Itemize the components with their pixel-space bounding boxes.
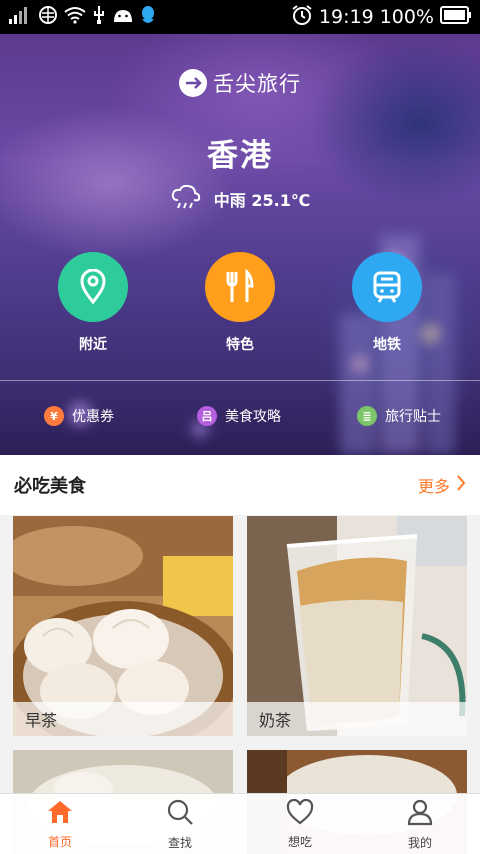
location-pin-icon	[58, 252, 128, 322]
hero-links: ¥ 优惠券 吕 美食攻略 ≣ 旅行贴士	[0, 406, 480, 430]
fork-knife-icon	[205, 252, 275, 322]
app-logo: 舌尖旅行	[0, 68, 480, 98]
weather-text: 中雨 25.1℃	[213, 191, 311, 210]
tab-home[interactable]: 首页	[0, 794, 120, 854]
qq-icon	[140, 5, 156, 29]
status-bar: 19:19 100%	[0, 0, 480, 34]
chevron-right-icon	[456, 474, 466, 496]
network-icon	[38, 5, 58, 29]
quick-action-label: 特色	[226, 337, 254, 353]
home-icon	[46, 799, 74, 829]
logo-text: 舌尖旅行	[213, 72, 301, 96]
food-card-milktea[interactable]: 奶茶	[247, 516, 467, 736]
food-card-label: 早茶	[13, 702, 233, 736]
guide-icon: 吕	[197, 406, 217, 426]
status-left	[8, 5, 156, 29]
food-card-label: 奶茶	[247, 702, 467, 736]
section-title: 必吃美食	[14, 476, 86, 497]
quick-action-metro[interactable]: 地铁	[337, 252, 437, 354]
quick-action-label: 地铁	[373, 337, 401, 353]
more-link[interactable]: 更多	[418, 473, 466, 497]
quick-action-nearby[interactable]: 附近	[43, 252, 143, 354]
tab-label: 首页	[47, 834, 72, 849]
section-header: 必吃美食 更多	[0, 455, 480, 515]
search-icon	[166, 798, 194, 830]
tab-label: 我的	[407, 835, 432, 850]
tab-wishlist[interactable]: 想吃	[240, 794, 360, 854]
cloud-rain-icon	[170, 184, 202, 214]
more-label: 更多	[417, 477, 450, 496]
tab-profile[interactable]: 我的	[360, 794, 480, 854]
food-card-dimsum[interactable]: 早茶	[13, 516, 233, 736]
alarm-icon	[291, 4, 313, 31]
logo-mark-icon	[179, 69, 207, 97]
quick-action-specialty[interactable]: 特色	[190, 252, 290, 354]
tab-label: 查找	[167, 835, 192, 850]
signal-icon	[8, 5, 32, 29]
heart-icon	[286, 798, 314, 829]
quick-actions: 附近 特色 地铁	[0, 252, 480, 362]
travel-tips-link[interactable]: ≣ 旅行贴士	[357, 406, 441, 426]
city-name: 香港	[207, 138, 273, 174]
android-icon	[112, 6, 134, 28]
battery-percent: 100%	[379, 6, 434, 28]
metro-train-icon	[352, 252, 422, 322]
bottom-tab-bar: 首页 查找 想吃 我的	[0, 793, 480, 854]
wifi-icon	[64, 6, 86, 28]
tab-search[interactable]: 查找	[120, 794, 240, 854]
hero-banner: 舌尖旅行 香港 中雨 25.1℃ 附近 特色 地铁 ¥ 优惠券 吕 美食攻略 ≣…	[0, 34, 480, 455]
tab-label: 想吃	[287, 834, 312, 849]
usb-icon	[92, 5, 106, 29]
food-guide-label: 美食攻略	[225, 409, 281, 425]
food-guide-link[interactable]: 吕 美食攻略	[197, 406, 281, 426]
yen-coupon-icon: ¥	[44, 406, 64, 426]
coupon-link[interactable]: ¥ 优惠券	[44, 406, 114, 426]
user-icon	[406, 798, 434, 830]
weather-info: 中雨 25.1℃	[0, 184, 480, 214]
tips-icon: ≣	[357, 406, 377, 426]
status-right: 19:19 100%	[291, 4, 472, 31]
travel-tips-label: 旅行贴士	[385, 409, 441, 425]
hero-divider	[0, 380, 480, 381]
app-screen: 19:19 100% 舌尖旅行 香港 中雨 25.1℃ 附近 特色 地铁 ¥ 优…	[0, 0, 480, 854]
quick-action-label: 附近	[79, 337, 107, 353]
coupon-label: 优惠券	[72, 409, 114, 425]
battery-icon	[440, 5, 472, 29]
status-time: 19:19	[318, 6, 374, 28]
